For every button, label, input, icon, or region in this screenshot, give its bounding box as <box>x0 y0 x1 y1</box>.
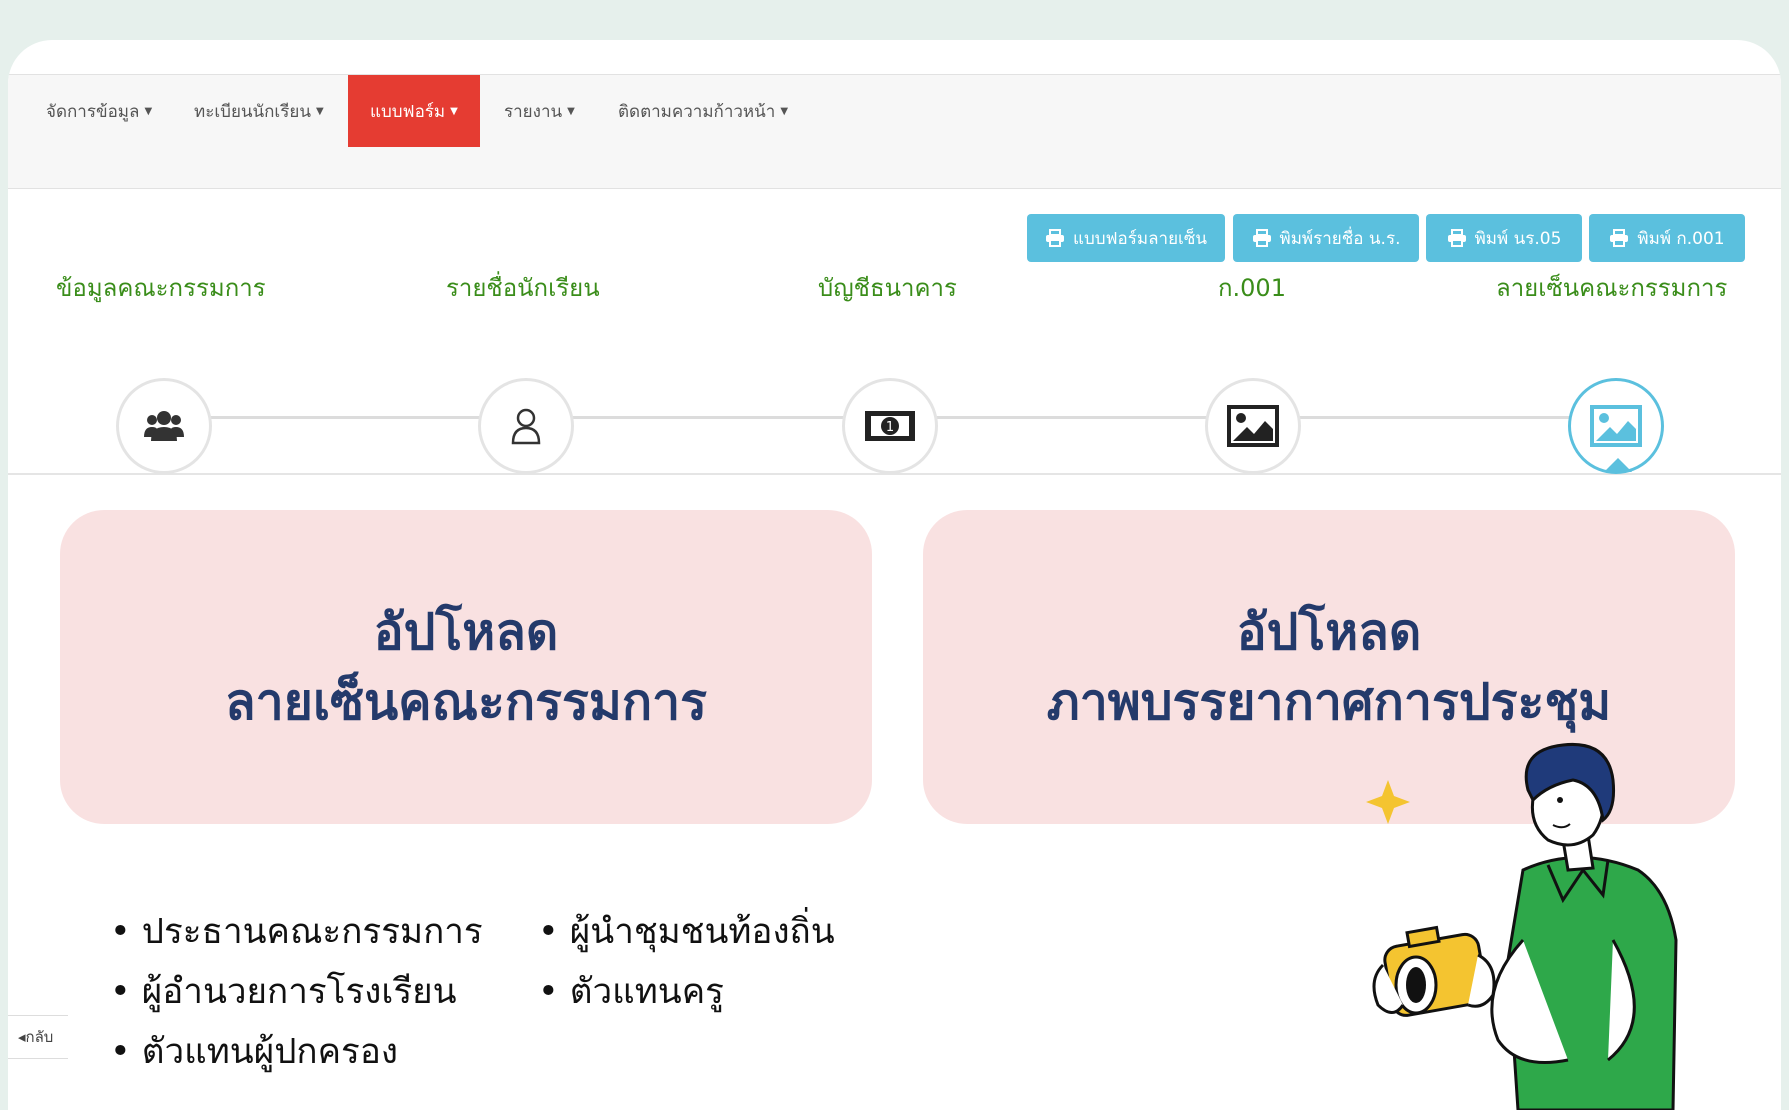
nav-reports[interactable]: รายงาน ▼ <box>504 75 575 147</box>
list-item: • ประธานคณะกรรมการ <box>110 912 483 952</box>
nav-forms[interactable]: แบบฟอร์ม ▼ <box>348 75 480 147</box>
step-student-list[interactable] <box>478 378 574 474</box>
step-committee-info[interactable] <box>116 378 212 474</box>
step-k001[interactable] <box>1205 378 1301 474</box>
step-label-bank-account[interactable]: บัญชีธนาคาร <box>818 268 957 307</box>
wizard-stepper: แบบฟอร์มลายเซ็น พิมพ์รายชื่อ น.ร. พิมพ์ … <box>8 188 1781 475</box>
list-item: • ผู้อำนวยการโรงเรียน <box>110 972 457 1012</box>
button-label: พิมพ์ ก.001 <box>1637 228 1725 249</box>
nav-label: ติดตามความก้าวหน้า <box>618 101 776 122</box>
chevron-down-icon: ▼ <box>315 105 324 117</box>
chevron-down-icon: ▼ <box>450 105 458 117</box>
user-icon <box>511 408 541 445</box>
top-navbar: จัดการข้อมูล ▼ ทะเบียนนักเรียน ▼ แบบฟอร์ม ▼… <box>8 74 1781 189</box>
step-bank-account[interactable]: 1 <box>842 378 938 474</box>
printer-icon <box>1447 229 1466 247</box>
print-nr05-button[interactable]: พิมพ์ นร.05 <box>1426 214 1582 262</box>
image-icon <box>1227 405 1279 447</box>
step-label-committee-signature[interactable]: ลายเซ็นคณะกรรมการ <box>1496 268 1727 307</box>
panel-title-line2: ภาพบรรยากาศการประชุม <box>1046 673 1612 731</box>
users-icon <box>144 411 184 441</box>
panel-title-line2: ลายเซ็นคณะกรรมการ <box>224 673 708 731</box>
printer-icon <box>1252 229 1271 247</box>
nav-label: รายงาน <box>504 101 563 122</box>
print-signature-form-button[interactable]: แบบฟอร์มลายเซ็น <box>1027 214 1225 262</box>
list-item: • ตัวแทนครู <box>538 972 724 1012</box>
chevron-down-icon: ▼ <box>780 105 789 117</box>
nav-manage-data[interactable]: จัดการข้อมูล ▼ <box>46 75 152 147</box>
list-item: • ตัวแทนผู้ปกครอง <box>110 1032 398 1072</box>
step-label-student-list[interactable]: รายชื่อนักเรียน <box>446 268 600 307</box>
panel-title-line1: อัปโหลด <box>1236 603 1422 661</box>
image-icon <box>1590 405 1642 447</box>
button-label: พิมพ์ นร.05 <box>1474 228 1562 249</box>
nav-student-registry[interactable]: ทะเบียนนักเรียน ▼ <box>194 75 324 147</box>
step-label-committee-info[interactable]: ข้อมูลคณะกรรมการ <box>56 268 266 307</box>
button-label: พิมพ์รายชื่อ น.ร. <box>1279 228 1401 249</box>
nav-label: แบบฟอร์ม <box>370 101 446 122</box>
main-card: จัดการข้อมูล ▼ ทะเบียนนักเรียน ▼ แบบฟอร์ม ▼… <box>8 40 1781 1110</box>
active-step-pointer <box>1604 458 1632 472</box>
committee-list-col1: • ประธานคณะกรรมการ • ผู้อำนวยการโรงเรียน… <box>110 902 483 1082</box>
panel-title-line1: อัปโหลด <box>373 603 559 661</box>
upload-signature-panel[interactable]: อัปโหลด ลายเซ็นคณะกรรมการ <box>60 510 872 824</box>
print-k001-button[interactable]: พิมพ์ ก.001 <box>1589 214 1745 262</box>
nav-label: ทะเบียนนักเรียน <box>194 101 311 122</box>
committee-list-col2: • ผู้นำชุมชนท้องถิ่น • ตัวแทนครู <box>538 902 835 1022</box>
nav-progress[interactable]: ติดตามความก้าวหน้า ▼ <box>618 75 788 147</box>
step-label-k001[interactable]: ก.001 <box>1218 268 1286 307</box>
back-button[interactable]: ◂กลับ <box>8 1015 68 1059</box>
chevron-down-icon: ▼ <box>567 105 575 117</box>
nav-label: จัดการข้อมูล <box>46 101 140 122</box>
money-icon: 1 <box>865 411 915 441</box>
photographer-illustration <box>1366 742 1678 1110</box>
chevron-down-icon: ▼ <box>144 105 153 117</box>
printer-icon <box>1610 229 1629 247</box>
svg-text:1: 1 <box>886 420 894 435</box>
button-label: แบบฟอร์มลายเซ็น <box>1072 228 1208 249</box>
print-student-list-button[interactable]: พิมพ์รายชื่อ น.ร. <box>1233 214 1419 262</box>
printer-icon <box>1045 229 1064 247</box>
list-item: • ผู้นำชุมชนท้องถิ่น <box>538 912 835 952</box>
